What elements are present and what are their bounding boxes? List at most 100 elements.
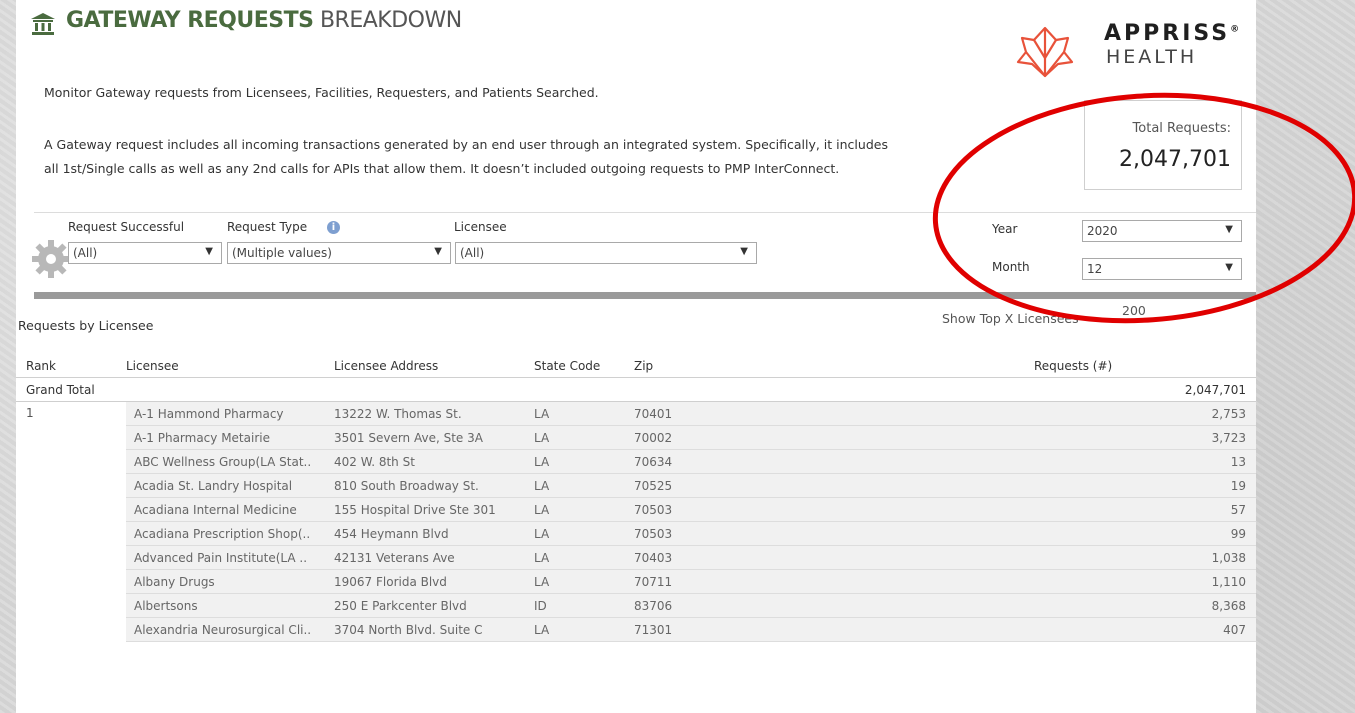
cell-zip: 83706 xyxy=(634,593,1034,618)
col-header-rank[interactable]: Rank xyxy=(16,354,126,378)
table-row[interactable]: Alexandria Neurosurgical Cli.. 3704 North… xyxy=(16,617,1256,642)
grand-total-row: Grand Total 2,047,701 xyxy=(16,377,1256,402)
licensee-table: Rank Licensee Licensee Address State Cod… xyxy=(16,354,1256,642)
month-select[interactable]: 12 ▼ xyxy=(1082,258,1242,280)
cell-address: 3704 North Blvd. Suite C xyxy=(334,617,534,642)
description-line-3: all 1st/Single calls as well as any 2nd … xyxy=(44,161,840,176)
cell-zip: 70503 xyxy=(634,521,1034,546)
cell-state: LA xyxy=(534,569,634,594)
grand-total-value: 2,047,701 xyxy=(1034,377,1256,402)
cell-requests: 19 xyxy=(1034,473,1256,498)
cell-zip: 70711 xyxy=(634,569,1034,594)
chevron-down-icon: ▼ xyxy=(740,246,748,257)
chevron-down-icon: ▼ xyxy=(434,246,442,257)
filter-label-licensee: Licensee xyxy=(454,220,507,234)
appriss-logo-icon xyxy=(1016,26,1074,78)
cell-zip: 70634 xyxy=(634,449,1034,474)
col-header-state[interactable]: State Code xyxy=(534,354,634,378)
cell-licensee: Albany Drugs xyxy=(126,569,334,594)
cell-address: 402 W. 8th St xyxy=(334,449,534,474)
dashboard-panel: GATEWAY REQUESTS BREAKDOWN Monitor Gatew… xyxy=(16,0,1256,713)
filter-label-request-successful: Request Successful xyxy=(68,220,185,234)
table-row[interactable]: Advanced Pain Institute(LA .. 42131 Veter… xyxy=(16,545,1256,570)
cell-state: LA xyxy=(534,449,634,474)
filter-label-year: Year xyxy=(992,222,1018,236)
request-type-select[interactable]: (Multiple values) ▼ xyxy=(227,242,451,264)
total-requests-card: Total Requests: 2,047,701 xyxy=(1084,100,1242,190)
table-row[interactable]: ABC Wellness Group(LA Stat.. 402 W. 8th S… xyxy=(16,449,1256,474)
cell-address: 3501 Severn Ave, Ste 3A xyxy=(334,425,534,450)
col-header-requests[interactable]: Requests (#) xyxy=(1034,354,1256,378)
cell-state: LA xyxy=(534,497,634,522)
page-title: GATEWAY REQUESTS BREAKDOWN xyxy=(66,8,462,33)
cell-requests: 2,753 xyxy=(1034,401,1256,426)
cell-licensee: ABC Wellness Group(LA Stat.. xyxy=(126,449,334,474)
licensee-value: (All) xyxy=(460,246,485,260)
licensee-select[interactable]: (All) ▼ xyxy=(455,242,757,264)
cell-requests: 8,368 xyxy=(1034,593,1256,618)
cell-requests: 407 xyxy=(1034,617,1256,642)
cell-address: 810 South Broadway St. xyxy=(334,473,534,498)
cell-licensee: Acadiana Internal Medicine xyxy=(126,497,334,522)
divider xyxy=(34,212,1256,213)
chevron-down-icon: ▼ xyxy=(205,246,213,257)
logo-text: APPRISS® xyxy=(1104,21,1242,46)
cell-address: 42131 Veterans Ave xyxy=(334,545,534,570)
cell-zip: 70503 xyxy=(634,497,1034,522)
col-header-zip[interactable]: Zip xyxy=(634,354,1034,378)
cell-licensee: Albertsons xyxy=(126,593,334,618)
col-header-licensee[interactable]: Licensee xyxy=(126,354,334,378)
table-row[interactable]: Albertsons 250 E Parkcenter Blvd ID 83706 8,… xyxy=(16,593,1256,618)
cell-address: 19067 Florida Blvd xyxy=(334,569,534,594)
cell-licensee: A-1 Hammond Pharmacy xyxy=(126,401,334,426)
table-row[interactable]: Albany Drugs 19067 Florida Blvd LA 70711 1,1… xyxy=(16,569,1256,594)
show-top-label: Show Top X Licensees xyxy=(942,311,1079,326)
cell-state: LA xyxy=(534,617,634,642)
page-title-bold: GATEWAY REQUESTS xyxy=(66,8,314,33)
col-header-address[interactable]: Licensee Address xyxy=(334,354,534,378)
cell-requests: 13 xyxy=(1034,449,1256,474)
description-line-1: Monitor Gateway requests from Licensees,… xyxy=(44,85,599,100)
cell-address: 13222 W. Thomas St. xyxy=(334,401,534,426)
request-successful-select[interactable]: (All) ▼ xyxy=(68,242,222,264)
year-select[interactable]: 2020 ▼ xyxy=(1082,220,1242,242)
rank-cell: 1 xyxy=(16,401,126,642)
cell-address: 250 E Parkcenter Blvd xyxy=(334,593,534,618)
show-top-value[interactable]: 200 xyxy=(1122,303,1146,318)
cell-state: LA xyxy=(534,473,634,498)
table-row[interactable]: A-1 Pharmacy Metairie 3501 Severn Ave, St… xyxy=(16,425,1256,450)
cell-licensee: Acadiana Prescription Shop(.. xyxy=(126,521,334,546)
gear-icon[interactable] xyxy=(30,238,72,280)
cell-address: 454 Heymann Blvd xyxy=(334,521,534,546)
cell-state: LA xyxy=(534,425,634,450)
cell-requests: 57 xyxy=(1034,497,1256,522)
section-divider-bar xyxy=(34,292,1256,299)
filter-label-month: Month xyxy=(992,260,1030,274)
cell-state: LA xyxy=(534,545,634,570)
cell-zip: 70403 xyxy=(634,545,1034,570)
chevron-down-icon: ▼ xyxy=(1225,224,1233,235)
cell-zip: 70002 xyxy=(634,425,1034,450)
cell-licensee: Advanced Pain Institute(LA .. xyxy=(126,545,334,570)
logo-subtext: HEALTH xyxy=(1106,46,1198,68)
total-requests-label: Total Requests: xyxy=(1132,121,1231,136)
cell-licensee: Acadia St. Landry Hospital xyxy=(126,473,334,498)
logo-registered: ® xyxy=(1230,24,1243,35)
info-icon[interactable]: i xyxy=(327,221,340,234)
table-row[interactable]: Acadia St. Landry Hospital 810 South Broa… xyxy=(16,473,1256,498)
cell-requests: 1,110 xyxy=(1034,569,1256,594)
filter-label-request-type: Request Type xyxy=(227,220,308,234)
cell-licensee: A-1 Pharmacy Metairie xyxy=(126,425,334,450)
bank-icon xyxy=(31,13,55,35)
chevron-down-icon: ▼ xyxy=(1225,262,1233,273)
cell-requests: 3,723 xyxy=(1034,425,1256,450)
logo-name: APPRISS xyxy=(1104,21,1231,46)
cell-licensee: Alexandria Neurosurgical Cli.. xyxy=(126,617,334,642)
table-row[interactable]: 1 A-1 Hammond Pharmacy 13222 W. Thomas St.… xyxy=(16,401,1256,642)
description-line-2: A Gateway request includes all incoming … xyxy=(44,137,888,152)
table-row[interactable]: Acadiana Prescription Shop(.. 454 Heymann… xyxy=(16,521,1256,546)
cell-zip: 70525 xyxy=(634,473,1034,498)
table-row[interactable]: Acadiana Internal Medicine 155 Hospital D… xyxy=(16,497,1256,522)
table-header-row: Rank Licensee Licensee Address State Cod… xyxy=(16,354,1256,378)
cell-state: LA xyxy=(534,401,634,426)
